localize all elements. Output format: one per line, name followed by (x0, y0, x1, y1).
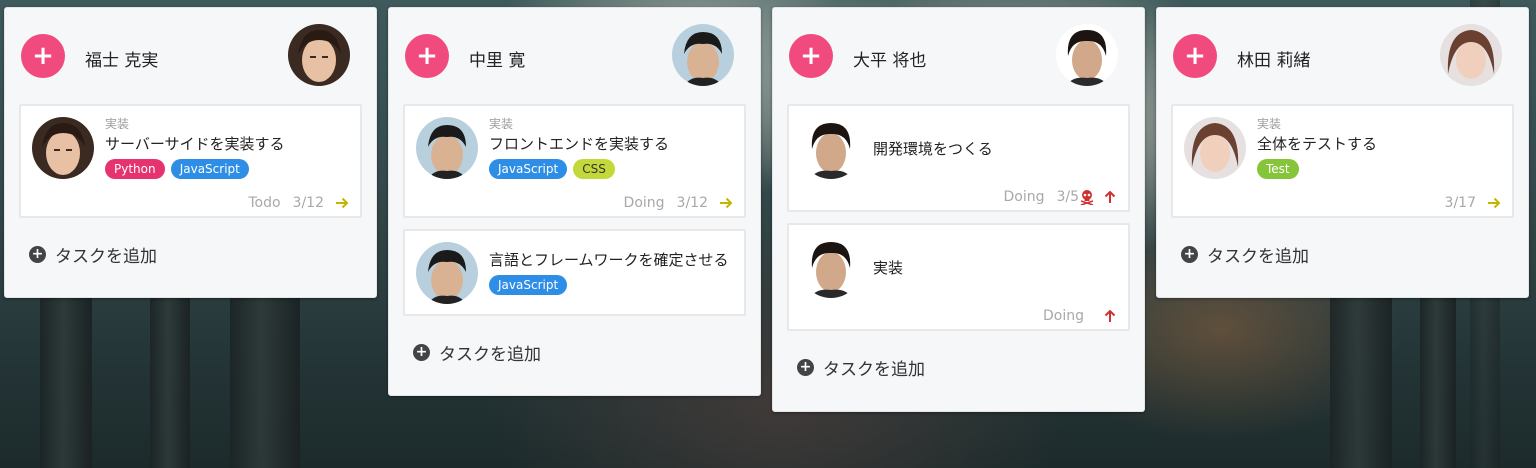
add-task-label: タスクを追加 (55, 246, 157, 267)
arrow-right-icon[interactable] (334, 195, 350, 211)
card-title: 全体をテストする (1257, 135, 1378, 153)
member-column: + 大平 将也 開発環境をつくる Doing 3/5 実装 Doing + タス… (772, 7, 1145, 412)
column-header: + 福士 克実 (5, 8, 376, 104)
member-name: 林田 莉緒 (1237, 51, 1311, 71)
card-title: 言語とフレームワークを確定させる (489, 251, 729, 269)
card-category: 実装 (489, 117, 514, 131)
avatar (800, 236, 862, 298)
column-header: + 中里 寛 (389, 8, 760, 104)
status-label: Todo (248, 195, 281, 211)
avatar (1056, 24, 1118, 86)
plus-circle-icon: + (1181, 245, 1198, 263)
add-task-label: タスクを追加 (823, 359, 925, 380)
status-label: Doing (1003, 189, 1045, 205)
avatar (1440, 24, 1502, 86)
avatar (288, 24, 350, 86)
card-footer: Doing 3/12 (624, 195, 734, 211)
member-column: + 中里 寛 実装 フロントエンドを実装する JavaScript CSS Do… (388, 7, 761, 396)
due-date: 3/12 (292, 195, 324, 211)
tag-javascript[interactable]: JavaScript (489, 159, 568, 179)
arrow-right-icon[interactable] (718, 195, 734, 211)
task-card[interactable]: 実装 Doing (787, 223, 1130, 331)
card-footer: 3/17 (1445, 195, 1502, 211)
add-task-label: タスクを追加 (1207, 246, 1309, 267)
card-title: フロントエンドを実装する (489, 135, 670, 153)
due-date: 3/17 (1444, 195, 1476, 211)
avatar (1184, 117, 1246, 179)
add-task-button[interactable]: + タスクを追加 (773, 342, 1144, 392)
member-name: 大平 将也 (853, 51, 927, 71)
skull-icon (1080, 189, 1094, 205)
due-date: 3/12 (676, 195, 708, 211)
card-title: サーバーサイドを実装する (105, 135, 285, 153)
card-footer: Doing (1043, 308, 1118, 324)
add-member-button[interactable]: + (405, 34, 449, 78)
add-task-label: タスクを追加 (439, 344, 541, 365)
tag-python[interactable]: Python (105, 159, 165, 179)
avatar (416, 242, 478, 304)
member-column: + 林田 莉緒 実装 全体をテストする Test 3/17 + タスクを追加 (1156, 7, 1529, 298)
avatar (672, 24, 734, 86)
tag-javascript[interactable]: JavaScript (170, 159, 249, 179)
plus-circle-icon: + (797, 358, 814, 376)
tag-list: Test (1257, 158, 1502, 179)
column-header: + 大平 将也 (773, 8, 1144, 104)
add-member-button[interactable]: + (21, 34, 65, 78)
card-title: 実装 (873, 259, 904, 277)
add-task-button[interactable]: + タスクを追加 (1157, 229, 1528, 279)
task-card[interactable]: 開発環境をつくる Doing 3/5 (787, 104, 1130, 212)
member-column: + 福士 克実 実装 サーバーサイドを実装する Python JavaScrip… (4, 7, 377, 298)
avatar (32, 117, 94, 179)
tag-css[interactable]: CSS (573, 159, 615, 179)
card-category: 実装 (105, 117, 130, 131)
status-label: Doing (1043, 308, 1084, 324)
member-name: 福士 克実 (85, 51, 159, 71)
add-member-button[interactable]: + (1173, 34, 1217, 78)
arrow-up-icon[interactable] (1102, 308, 1118, 324)
add-member-button[interactable]: + (789, 34, 833, 78)
tag-list: Python JavaScript (105, 158, 350, 179)
due-date: 3/5 (1056, 189, 1079, 205)
tag-test[interactable]: Test (1257, 159, 1299, 179)
card-footer: Doing 3/5 (1003, 189, 1118, 205)
avatar (800, 117, 862, 179)
avatar (416, 117, 478, 179)
task-card[interactable]: 実装 フロントエンドを実装する JavaScript CSS Doing 3/1… (403, 104, 746, 218)
task-card[interactable]: 実装 サーバーサイドを実装する Python JavaScript Todo 3… (19, 104, 362, 218)
arrow-right-icon[interactable] (1486, 195, 1502, 211)
task-card[interactable]: 言語とフレームワークを確定させる JavaScript (403, 229, 746, 316)
tag-javascript[interactable]: JavaScript (489, 275, 568, 295)
tag-list: JavaScript CSS (489, 158, 734, 179)
status-label: Doing (623, 195, 665, 211)
plus-circle-icon: + (413, 343, 430, 361)
add-task-button[interactable]: + タスクを追加 (5, 229, 376, 279)
add-task-button[interactable]: + タスクを追加 (389, 327, 760, 377)
member-name: 中里 寛 (469, 51, 526, 71)
arrow-up-icon[interactable] (1102, 189, 1118, 205)
column-header: + 林田 莉緒 (1157, 8, 1528, 104)
plus-circle-icon: + (29, 245, 46, 263)
tag-list: JavaScript (489, 274, 734, 295)
task-card[interactable]: 実装 全体をテストする Test 3/17 (1171, 104, 1514, 218)
card-footer: Todo 3/12 (248, 195, 350, 211)
card-category: 実装 (1257, 117, 1282, 131)
card-title: 開発環境をつくる (873, 140, 993, 158)
